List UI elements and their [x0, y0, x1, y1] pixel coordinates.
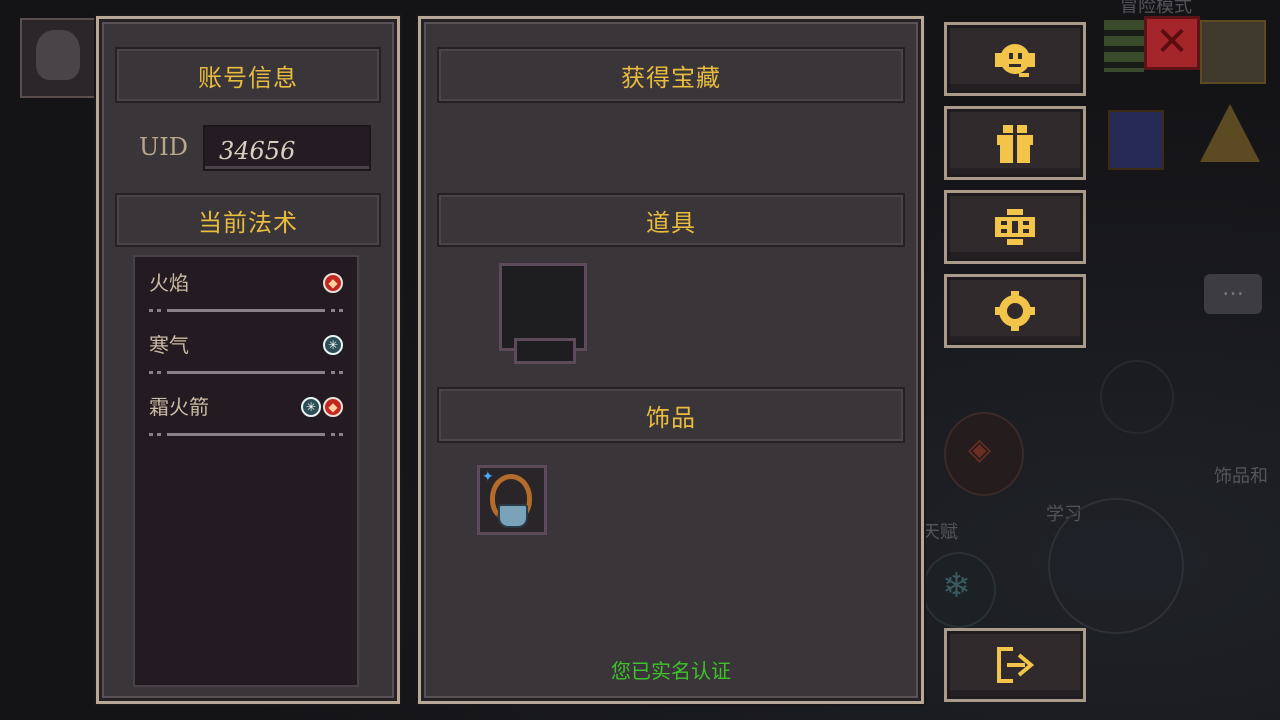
chest-icon: [1200, 20, 1266, 84]
gift-icon: [997, 125, 1033, 163]
accessories-header: 饰品: [437, 387, 905, 443]
treasure-panel: 获得宝藏 道具 饰品 ✦ 您已实名认证: [418, 16, 924, 704]
logout-button[interactable]: [944, 628, 1086, 702]
sparkle-icon: ✦: [482, 469, 494, 485]
accessories-title: 饰品: [646, 403, 696, 432]
account-panel: 账号信息 UID 34656 当前法术 火焰 ◆ 寒气 ✳ 霜火箭 ✳ ◆: [96, 16, 400, 704]
account-info-header: 账号信息: [115, 47, 381, 103]
code-button[interactable]: [944, 190, 1086, 264]
uid-value: 34656: [219, 137, 296, 165]
ice-element-icon: ✳: [323, 335, 343, 355]
support-button[interactable]: [944, 22, 1086, 96]
spell-divider: [149, 371, 343, 374]
items-title: 道具: [646, 208, 696, 237]
current-spells-header: 当前法术: [115, 193, 381, 247]
current-spells-title: 当前法术: [198, 208, 298, 237]
aim-ring: [1100, 360, 1174, 434]
accessory-slot[interactable]: ✦: [477, 465, 547, 535]
fire-element-icon: ◆: [323, 397, 343, 417]
spell-name: 寒气: [149, 333, 189, 357]
talent-label: 天赋: [922, 522, 958, 542]
settings-gear-icon: [995, 291, 1035, 331]
virtual-joystick[interactable]: [1048, 498, 1184, 634]
ice-element-icon: ✳: [301, 397, 321, 417]
settings-button[interactable]: [944, 274, 1086, 348]
item-slot[interactable]: [499, 263, 587, 364]
spell-divider: [149, 433, 343, 436]
accessory-hint-label: 饰品和: [1214, 466, 1268, 486]
gift-box-decoration: [1108, 110, 1164, 170]
account-info-title: 账号信息: [198, 63, 298, 92]
support-headset-icon: [995, 44, 1035, 77]
spell-row[interactable]: 火焰 ◆: [135, 263, 357, 325]
spell-name: 霜火箭: [149, 395, 209, 419]
items-header: 道具: [437, 193, 905, 247]
spell-list: 火焰 ◆ 寒气 ✳ 霜火箭 ✳ ◆: [133, 255, 359, 687]
close-button[interactable]: ✕: [1144, 16, 1200, 70]
fire-element-icon: ◆: [323, 273, 343, 293]
chat-bubble-icon[interactable]: …: [1204, 274, 1262, 314]
treasure-title: 获得宝藏: [621, 63, 721, 92]
ice-skill-button[interactable]: [922, 552, 996, 628]
code-badge-icon: [995, 209, 1035, 245]
treasure-header: 获得宝藏: [437, 47, 905, 103]
uid-field: 34656: [203, 125, 371, 171]
item-slot-tab: [514, 338, 576, 364]
spell-name: 火焰: [149, 271, 189, 295]
spell-row[interactable]: 霜火箭 ✳ ◆: [135, 387, 357, 449]
spell-divider: [149, 309, 343, 312]
real-name-verified-text: 您已实名认证: [611, 659, 731, 683]
spell-row[interactable]: 寒气 ✳: [135, 325, 357, 387]
tent-decoration: [1200, 104, 1260, 162]
gift-button[interactable]: [944, 106, 1086, 180]
uid-label: UID: [139, 133, 188, 161]
logout-icon: [997, 647, 1035, 683]
menu-bars-icon: [1104, 20, 1144, 72]
necklace-pendant: [498, 504, 528, 528]
fire-skill-button[interactable]: [944, 412, 1024, 496]
player-avatar: [20, 18, 98, 98]
